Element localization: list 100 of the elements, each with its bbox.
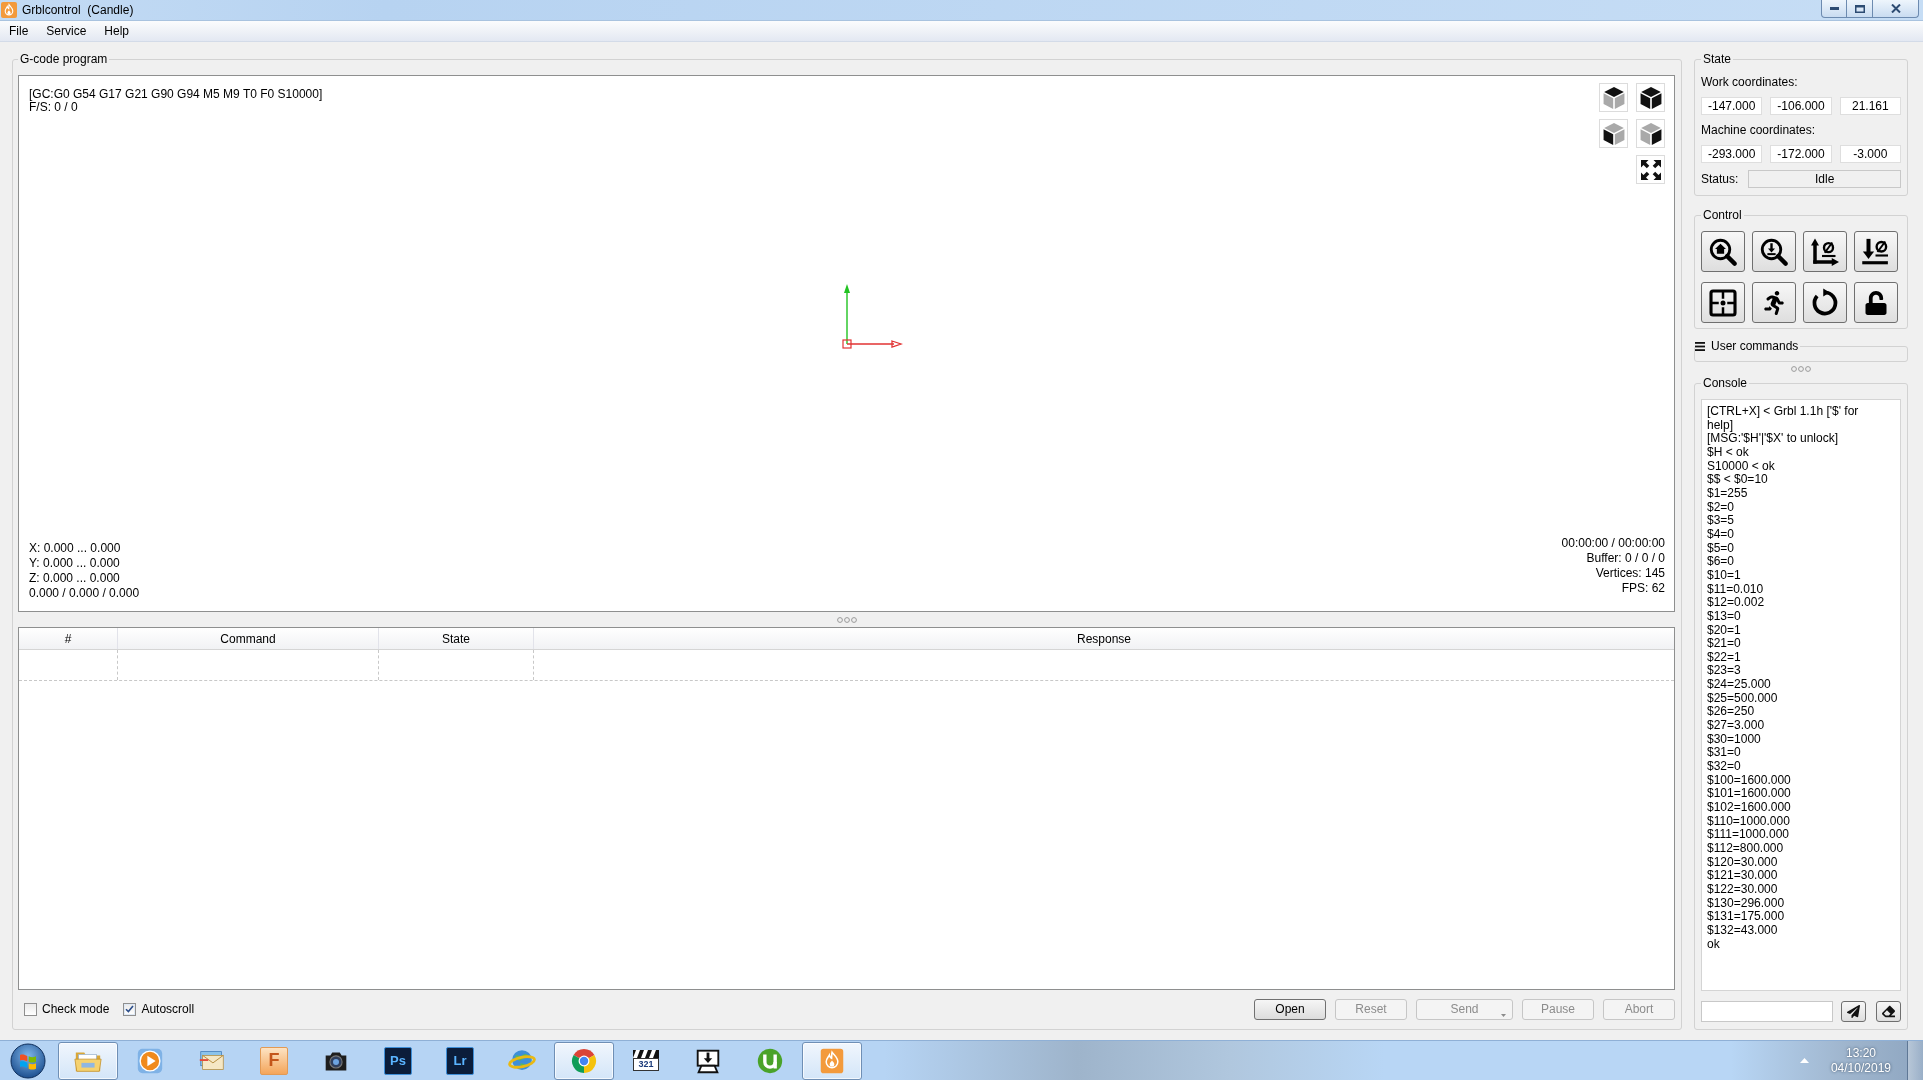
- console-line: $132=43.000: [1707, 923, 1779, 938]
- 3d-viewport[interactable]: [GC:G0 G54 G17 G21 G90 G94 M5 M9 T0 F0 S10000] F/S: 0 / 0 X: 0.000 ... 0.000 Y: 0.000 ... 0.000 Z: 0.000 ... 0.000 0.000 / 0.000 / 0.000 00:00:00 / 00:00:00 Buffer: 0 / 0 / 0 Vertices: 145 FPS: 62: [18, 75, 1675, 612]
- splitter-grip-icon[interactable]: [1791, 366, 1811, 372]
- console-line: $100=1600.000: [1707, 773, 1792, 788]
- action-button[interactable]: Open: [1254, 998, 1326, 1020]
- clear-console-button[interactable]: [1876, 1001, 1901, 1022]
- checkbox[interactable]: [24, 1002, 37, 1016]
- maximize-button[interactable]: [1847, 0, 1873, 18]
- menu-icon[interactable]: [1695, 341, 1705, 351]
- cube-icon: [1602, 122, 1625, 145]
- start-orb-icon: [10, 1042, 46, 1079]
- console-line: $120=30.000: [1707, 855, 1779, 870]
- feed-spindle-text: F/S: 0 / 0: [29, 101, 78, 114]
- view-button[interactable]: [1636, 119, 1665, 148]
- field-label: Machine coordinates:: [1701, 122, 1817, 138]
- checkbox[interactable]: [123, 1002, 137, 1016]
- control-button[interactable]: [1752, 282, 1796, 323]
- column-header[interactable]: #: [19, 628, 118, 649]
- clock-time: 13:20: [1845, 1045, 1876, 1061]
- console-line: $4=0: [1707, 527, 1736, 542]
- view-button[interactable]: [1599, 119, 1628, 148]
- cube-icon: [1639, 122, 1662, 145]
- send-command-button[interactable]: [1841, 1001, 1866, 1022]
- crosshair-square-icon: [1708, 287, 1738, 318]
- group-title: G-code program: [19, 52, 109, 66]
- console-line: $21=0: [1707, 637, 1742, 651]
- control-button[interactable]: [1701, 282, 1745, 323]
- console-line: $31=0: [1707, 746, 1742, 761]
- group-title: Control: [1702, 208, 1743, 222]
- coordinate-field: -3.000: [1839, 145, 1901, 163]
- menu-item[interactable]: Service: [37, 21, 96, 41]
- flame-icon: [1, 2, 17, 18]
- minimize-button[interactable]: [1821, 0, 1847, 18]
- console-line: $3=5: [1707, 514, 1736, 528]
- console-line: $5=0: [1707, 541, 1736, 556]
- arrow-zero-icon: [1861, 236, 1891, 267]
- console-line: S10000 < ok: [1707, 459, 1776, 474]
- console-line: $101=1600.000: [1707, 787, 1792, 802]
- console-line: $131=175.000: [1707, 910, 1786, 924]
- stats-text: Buffer: 0 / 0 / 0: [1586, 551, 1665, 566]
- console-line: [MSG:'$H'|'$X' to unlock]: [1707, 432, 1839, 446]
- caret-icon: [1501, 1013, 1506, 1017]
- group-title: State: [1702, 52, 1733, 66]
- magnifier-arrow-icon: [1759, 236, 1789, 267]
- running-person-icon: [1762, 290, 1786, 315]
- splitter-grip-icon[interactable]: [836, 616, 857, 623]
- view-button[interactable]: [1636, 83, 1665, 112]
- show-desktop-button[interactable]: [1907, 1041, 1923, 1080]
- control-button[interactable]: [1803, 231, 1847, 272]
- control-button[interactable]: [1803, 282, 1847, 323]
- console-line: $122=30.000: [1707, 882, 1779, 897]
- fit-view-button[interactable]: [1636, 155, 1665, 184]
- console-line: $H < ok: [1707, 445, 1749, 460]
- control-button[interactable]: [1752, 231, 1796, 272]
- column-header[interactable]: State: [379, 628, 534, 649]
- coordinate-field: -106.000: [1770, 97, 1832, 115]
- clapperboard-icon: [633, 1050, 659, 1058]
- console-line: $2=0: [1707, 500, 1736, 515]
- parser-state-text: [GC:G0 G54 G17 G21 G90 G94 M5 M9 T0 F0 S10000]: [29, 88, 323, 101]
- cube-icon: [1639, 86, 1662, 109]
- control-button[interactable]: [1701, 231, 1745, 272]
- coordinate-field: 21.161: [1839, 97, 1901, 115]
- console-line: $12=0.002: [1707, 596, 1766, 610]
- close-button[interactable]: [1873, 0, 1919, 18]
- coordinate-field: -293.000: [1701, 145, 1763, 163]
- menu-item[interactable]: Help: [95, 21, 139, 41]
- console-line: $25=500.000: [1707, 691, 1779, 706]
- stats-text: 00:00:00 / 00:00:00: [1561, 536, 1665, 551]
- console-line: $13=0: [1707, 609, 1742, 624]
- close-icon: [1890, 4, 1901, 13]
- console-line: $111=1000.000: [1707, 828, 1790, 842]
- console-line: $24=25.000: [1707, 678, 1772, 692]
- taskbar-button[interactable]: Lr: [430, 1041, 490, 1080]
- console-line: $112=800.000: [1707, 842, 1785, 856]
- console-line: $10=1: [1707, 568, 1742, 583]
- console-line: ok: [1707, 937, 1721, 952]
- checkbox-label[interactable]: Check mode: [42, 1002, 110, 1016]
- eraser-icon: [1882, 1005, 1895, 1018]
- control-button[interactable]: [1854, 282, 1898, 323]
- column-header[interactable]: Response: [534, 628, 1674, 649]
- command-input[interactable]: [1701, 1001, 1833, 1022]
- expand-icon: [1640, 159, 1661, 180]
- console-line: $$ < $0=10: [1707, 473, 1769, 487]
- bounds-text: Y: 0.000 ... 0.000: [29, 556, 120, 571]
- checkmark-icon: [125, 1005, 135, 1013]
- window-title: Grblcontrol (Candle): [22, 3, 134, 17]
- console-line: $130=296.000: [1707, 896, 1786, 911]
- console-line: $11=0.010: [1707, 582, 1765, 597]
- taskbar-button[interactable]: 321: [616, 1041, 676, 1080]
- view-button[interactable]: [1599, 83, 1628, 112]
- console-line: $6=0: [1707, 555, 1736, 569]
- paper-plane-icon: [1847, 1005, 1860, 1018]
- bounds-text: 0.000 / 0.000 / 0.000: [29, 586, 140, 601]
- checkbox-label[interactable]: Autoscroll: [141, 1002, 195, 1016]
- bounds-text: Z: 0.000 ... 0.000: [29, 571, 120, 586]
- menu-item[interactable]: File: [0, 21, 38, 41]
- control-button[interactable]: [1854, 231, 1898, 272]
- console-line: $121=30.000: [1707, 869, 1779, 883]
- taskbar-button[interactable]: Ps: [368, 1041, 428, 1080]
- column-header[interactable]: Command: [118, 628, 379, 649]
